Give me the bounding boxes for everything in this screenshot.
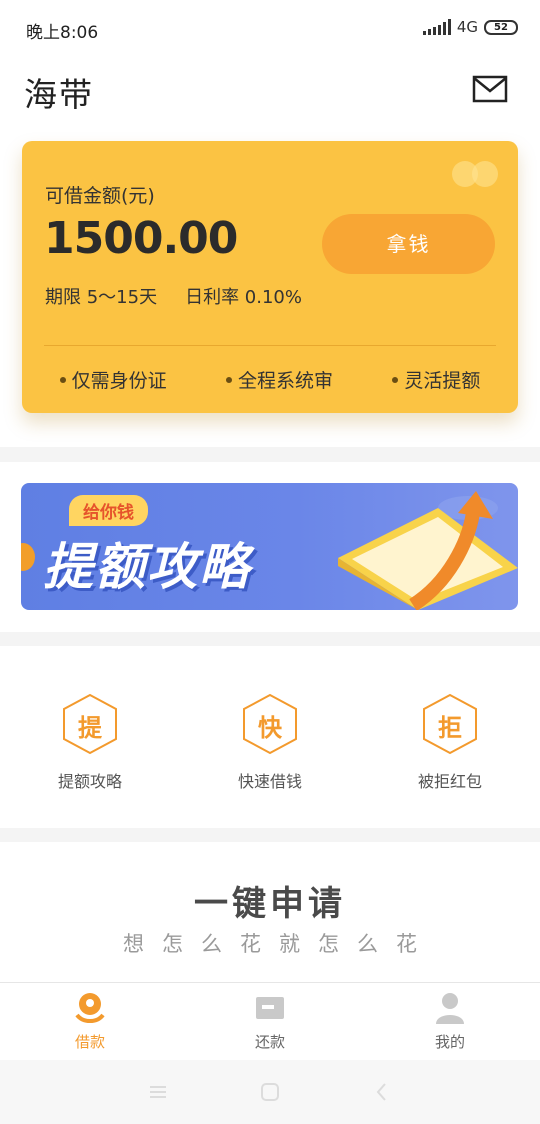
system-nav-bar <box>0 1060 540 1124</box>
quick-entry-fast-loan[interactable]: 快 快速借钱 <box>200 692 340 792</box>
loan-terms: 期限 5～15天 日利率 0.10% <box>45 283 302 309</box>
banner-title: 提额攻略 <box>43 538 251 596</box>
card-divider <box>44 345 496 346</box>
mail-icon[interactable] <box>472 74 508 104</box>
status-time: 晚上8:06 <box>26 23 99 43</box>
status-bar: 晚上8:06 4G 52 <box>0 0 540 60</box>
quick-entry-section: 提 提额攻略 快 快速借钱 拒 被拒红包 <box>0 646 540 828</box>
page-title: 海带 <box>24 75 94 114</box>
loan-card: 可借金额(元) 1500.00 拿钱 期限 5～15天 日利率 0.10% 仅需… <box>22 141 518 413</box>
feature-list: 仅需身份证 全程系统审 灵活提额 <box>22 366 518 393</box>
bullet-icon <box>225 376 232 383</box>
banner-tag: 给你钱 <box>69 495 148 526</box>
growth-arrow-icon <box>338 491 518 610</box>
signal-icon <box>422 19 451 35</box>
hexagon-icon: 拒 <box>418 692 482 756</box>
tab-label: 我的 <box>434 1033 465 1051</box>
tab-profile[interactable]: 我的 <box>360 983 540 1060</box>
hexagon-icon: 快 <box>238 692 302 756</box>
bottom-tab-bar: 借款 还款 我的 <box>0 982 540 1060</box>
loan-term: 期限 5～15天 <box>45 287 158 308</box>
apply-section[interactable]: 一键申请 想怎么花就怎么花 <box>0 842 540 982</box>
status-indicators: 4G 52 <box>422 18 518 36</box>
loan-card-section: 可借金额(元) 1500.00 拿钱 期限 5～15天 日利率 0.10% 仅需… <box>0 132 540 447</box>
apply-subtitle: 想怎么花就怎么花 <box>123 932 435 956</box>
card-decoration-icon <box>452 161 498 187</box>
loan-amount: 1500.00 <box>44 213 238 264</box>
header: 海带 <box>0 60 540 132</box>
bullet-icon <box>59 376 66 383</box>
tab-label: 还款 <box>254 1033 285 1051</box>
bullet-icon <box>392 376 399 383</box>
banner-section: 给你钱 提额攻略 <box>0 462 540 632</box>
quick-entry-reject-bonus[interactable]: 拒 被拒红包 <box>380 692 520 792</box>
battery-icon: 52 <box>484 19 518 35</box>
quick-entry-raise-limit[interactable]: 提 提额攻略 <box>20 692 160 792</box>
tab-repay[interactable]: 还款 <box>180 983 360 1060</box>
daily-rate: 日利率 0.10% <box>185 287 302 308</box>
back-icon[interactable] <box>370 1080 394 1104</box>
amount-label: 可借金额(元) <box>45 185 155 207</box>
feature-item: 全程系统审 <box>225 366 333 393</box>
entry-label: 提额攻略 <box>57 772 122 791</box>
promo-banner[interactable]: 给你钱 提额攻略 <box>21 483 518 610</box>
take-money-button[interactable]: 拿钱 <box>322 214 495 274</box>
repay-icon <box>253 991 287 1025</box>
apply-title: 一键申请 <box>194 884 346 924</box>
entry-label: 被拒红包 <box>417 772 482 791</box>
loan-icon <box>73 991 107 1025</box>
profile-icon <box>433 991 467 1025</box>
entry-label: 快速借钱 <box>237 772 302 791</box>
home-icon[interactable] <box>258 1080 282 1104</box>
app-screen: 晚上8:06 4G 52 海带 可借金额(元) 1500.00 拿钱 期限 5～… <box>0 0 540 1124</box>
network-type: 4G <box>456 18 478 36</box>
feature-item: 灵活提额 <box>392 366 480 393</box>
tab-label: 借款 <box>74 1033 105 1051</box>
menu-icon[interactable] <box>146 1080 170 1104</box>
coin-icon <box>21 543 35 571</box>
tab-loan[interactable]: 借款 <box>0 983 180 1060</box>
hexagon-icon: 提 <box>58 692 122 756</box>
feature-item: 仅需身份证 <box>59 366 167 393</box>
